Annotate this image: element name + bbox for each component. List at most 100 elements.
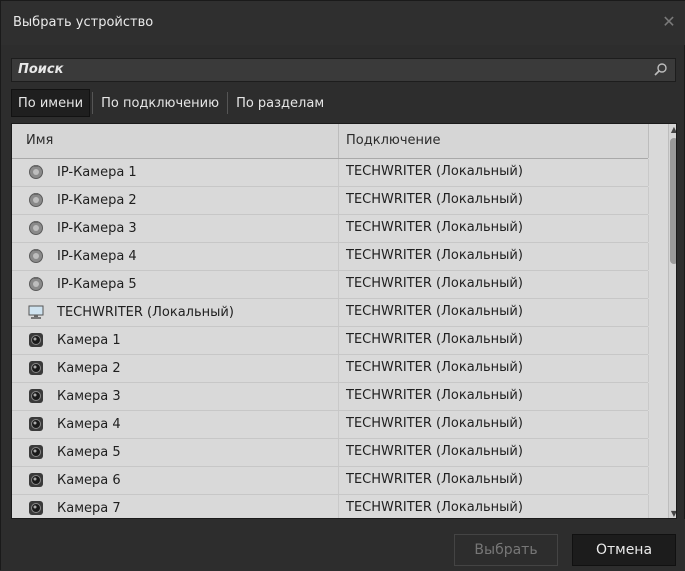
column-divider [338, 495, 339, 518]
camera-icon [29, 417, 43, 431]
title-bar: Выбрать устройство ✕ [1, 1, 685, 45]
device-name: Камера 7 [57, 500, 121, 516]
device-name-cell: Камера 7 [28, 500, 121, 516]
dialog-title: Выбрать устройство [13, 15, 154, 30]
column-divider [648, 411, 649, 438]
device-name: IP-Камера 5 [57, 276, 137, 292]
table-row[interactable]: Камера 3 TECHWRITER (Локальный) [12, 383, 649, 411]
table-row[interactable]: Камера 7 TECHWRITER (Локальный) [12, 495, 649, 518]
select-button[interactable]: Выбрать [454, 534, 558, 566]
device-name: Камера 4 [57, 416, 121, 432]
connection-cell: TECHWRITER (Локальный) [346, 220, 523, 235]
scroll-thumb[interactable] [670, 138, 676, 264]
column-divider [648, 299, 649, 326]
connection-cell: TECHWRITER (Локальный) [346, 500, 523, 515]
computer-icon [28, 305, 44, 319]
column-divider [648, 187, 649, 214]
device-name: IP-Камера 3 [57, 220, 137, 236]
column-divider [648, 355, 649, 382]
dialog-footer: Выбрать Отмена [1, 519, 685, 571]
tab-bar: По имени По подключению По разделам [11, 89, 330, 117]
ip-camera-icon [29, 221, 43, 235]
column-divider [648, 383, 649, 410]
device-name: Камера 3 [57, 388, 121, 404]
column-header-connection[interactable]: Подключение [346, 133, 440, 148]
ip-camera-icon [29, 277, 43, 291]
table-row[interactable]: IP-Камера 5 TECHWRITER (Локальный) [12, 271, 649, 299]
column-divider [338, 411, 339, 438]
column-divider [338, 187, 339, 214]
table-row[interactable]: TECHWRITER (Локальный) TECHWRITER (Локал… [12, 299, 649, 327]
cancel-button[interactable]: Отмена [572, 534, 676, 566]
column-divider [648, 159, 649, 186]
device-name: TECHWRITER (Локальный) [57, 304, 234, 320]
connection-cell: TECHWRITER (Локальный) [346, 360, 523, 375]
column-divider [338, 215, 339, 242]
camera-icon [29, 361, 43, 375]
column-divider [648, 271, 649, 298]
vertical-scrollbar[interactable]: ▲ ▼ [668, 124, 676, 518]
close-icon[interactable]: ✕ [660, 13, 678, 31]
column-divider [338, 327, 339, 354]
device-name: Камера 6 [57, 472, 121, 488]
column-divider [648, 495, 649, 518]
table-row[interactable]: Камера 4 TECHWRITER (Локальный) [12, 411, 649, 439]
device-name-cell: Камера 4 [28, 416, 121, 432]
tab-by-sections[interactable]: По разделам [230, 89, 330, 117]
table-row[interactable]: IP-Камера 1 TECHWRITER (Локальный) [12, 159, 649, 187]
device-name-cell: Камера 3 [28, 388, 121, 404]
table-header: Имя Подключение [12, 124, 649, 159]
camera-icon [29, 445, 43, 459]
connection-cell: TECHWRITER (Локальный) [346, 388, 523, 403]
column-divider [338, 243, 339, 270]
column-divider [338, 271, 339, 298]
device-name-cell: IP-Камера 1 [28, 164, 137, 180]
device-name-cell: Камера 1 [28, 332, 121, 348]
device-name-cell: IP-Камера 5 [28, 276, 137, 292]
camera-icon [29, 333, 43, 347]
tab-separator [92, 92, 94, 114]
connection-cell: TECHWRITER (Локальный) [346, 192, 523, 207]
camera-icon [29, 501, 43, 515]
column-divider [338, 355, 339, 382]
device-name-cell: TECHWRITER (Локальный) [28, 304, 234, 320]
scroll-down-arrow-icon[interactable]: ▼ [669, 510, 676, 518]
table-row[interactable]: Камера 2 TECHWRITER (Локальный) [12, 355, 649, 383]
column-divider[interactable] [338, 124, 339, 158]
column-divider [648, 327, 649, 354]
table-row[interactable]: IP-Камера 2 TECHWRITER (Локальный) [12, 187, 649, 215]
device-name: IP-Камера 4 [57, 248, 137, 264]
column-divider [338, 467, 339, 494]
column-divider [338, 299, 339, 326]
device-name: Камера 5 [57, 444, 121, 460]
column-divider [648, 124, 649, 158]
column-header-name[interactable]: Имя [26, 133, 53, 148]
tab-by-connection[interactable]: По подключению [95, 89, 225, 117]
device-name-cell: IP-Камера 3 [28, 220, 137, 236]
connection-cell: TECHWRITER (Локальный) [346, 332, 523, 347]
connection-cell: TECHWRITER (Локальный) [346, 416, 523, 431]
table-row[interactable]: Камера 6 TECHWRITER (Локальный) [12, 467, 649, 495]
column-divider [338, 159, 339, 186]
device-name: Камера 2 [57, 360, 121, 376]
search-input[interactable]: Поиск [11, 58, 676, 82]
device-name: Камера 1 [57, 332, 121, 348]
search-icon[interactable] [653, 62, 669, 78]
camera-icon [29, 473, 43, 487]
scroll-up-arrow-icon[interactable]: ▲ [669, 126, 676, 134]
device-name: IP-Камера 2 [57, 192, 137, 208]
table-row[interactable]: Камера 1 TECHWRITER (Локальный) [12, 327, 649, 355]
column-divider [648, 215, 649, 242]
table-row[interactable]: Камера 5 TECHWRITER (Локальный) [12, 439, 649, 467]
column-divider [338, 383, 339, 410]
column-divider [338, 439, 339, 466]
tab-by-name[interactable]: По имени [11, 89, 91, 117]
device-name-cell: Камера 5 [28, 444, 121, 460]
table-row[interactable]: IP-Камера 4 TECHWRITER (Локальный) [12, 243, 649, 271]
connection-cell: TECHWRITER (Локальный) [346, 304, 523, 319]
table-row[interactable]: IP-Камера 3 TECHWRITER (Локальный) [12, 215, 649, 243]
column-divider [648, 243, 649, 270]
device-name-cell: IP-Камера 2 [28, 192, 137, 208]
device-name: IP-Камера 1 [57, 164, 137, 180]
table-body: IP-Камера 1 TECHWRITER (Локальный) IP-Ка… [12, 159, 649, 518]
